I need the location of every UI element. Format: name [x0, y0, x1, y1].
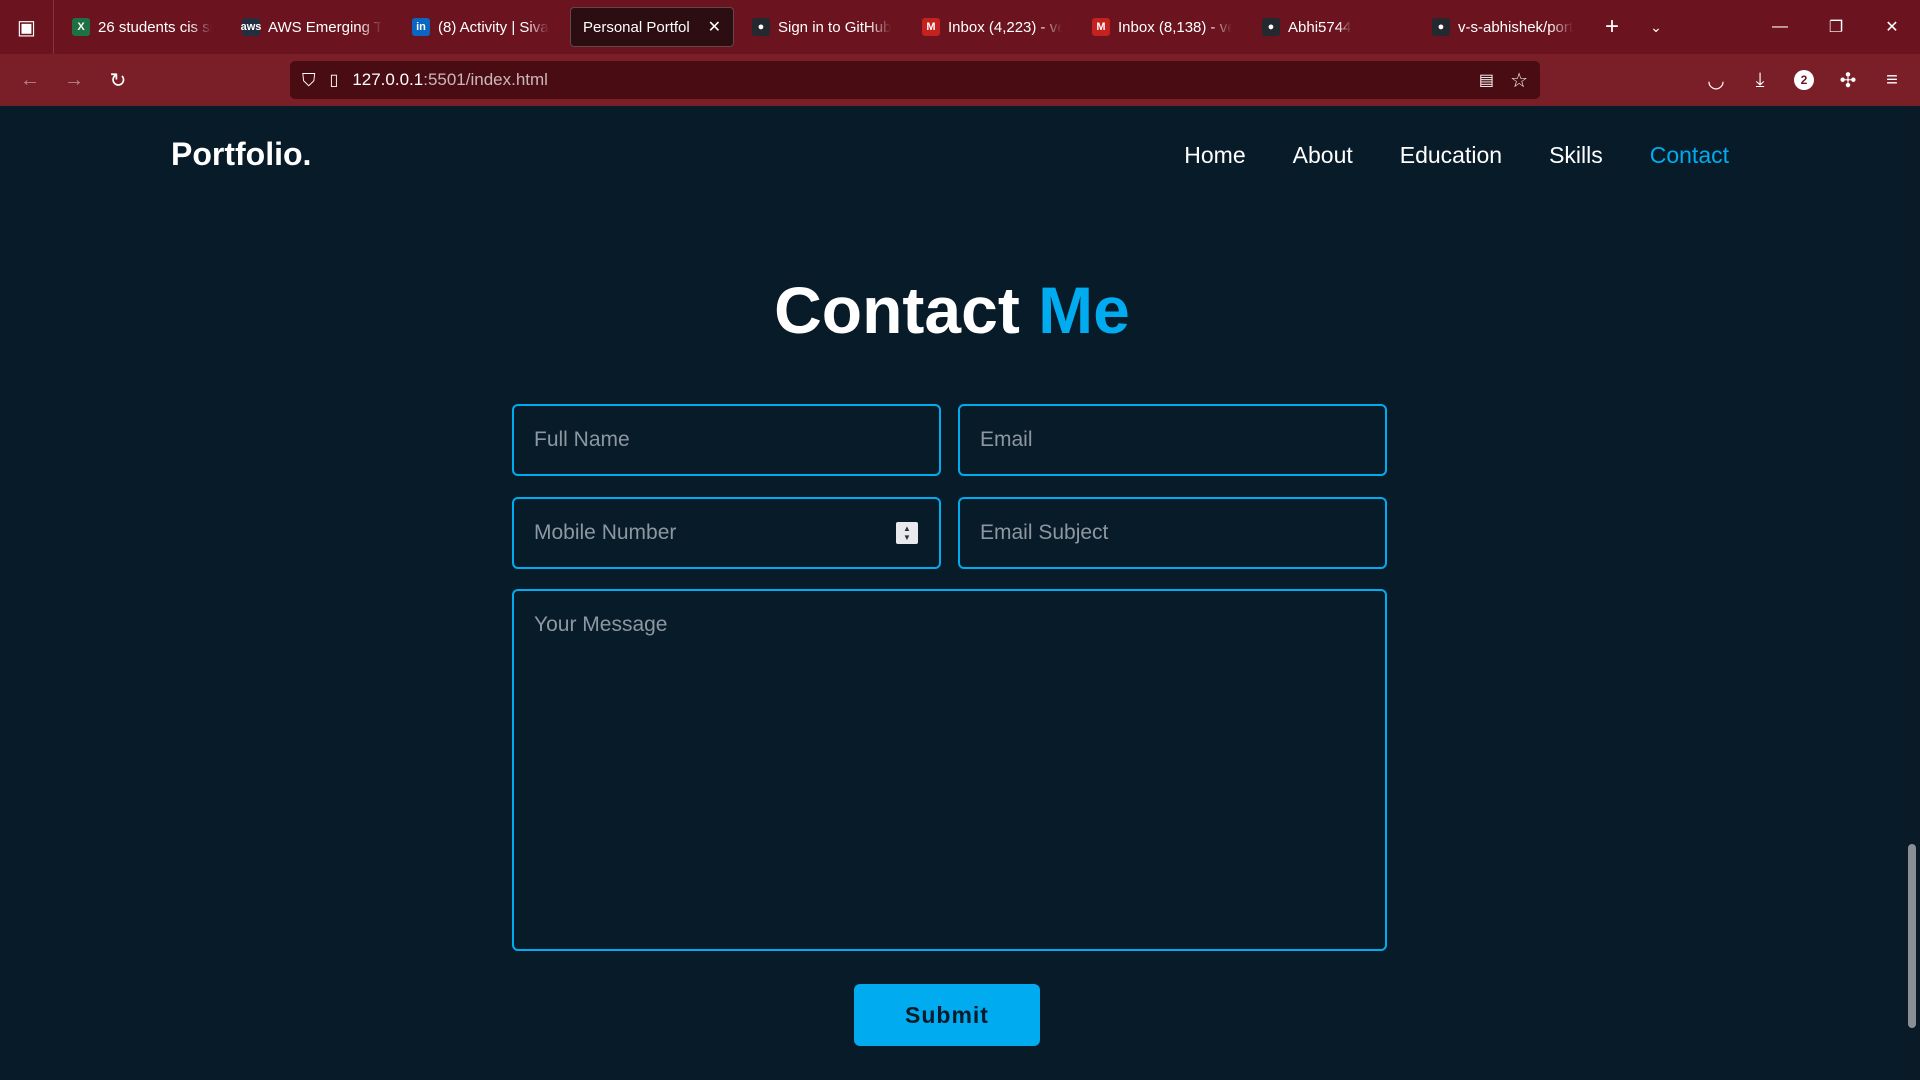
pocket-icon[interactable]: ◡: [1694, 58, 1738, 102]
bookmark-star-icon[interactable]: ☆: [1510, 68, 1528, 93]
new-tab-icon[interactable]: +: [1590, 0, 1634, 54]
heading-accent: Me: [1038, 273, 1130, 347]
message-textarea[interactable]: [512, 589, 1387, 951]
tab-overview-icon[interactable]: ▣: [0, 0, 54, 54]
browser-tab[interactable]: ● Abhi5744: [1250, 7, 1414, 47]
browser-tab[interactable]: M Inbox (8,138) - ve: [1080, 7, 1244, 47]
menu-icon[interactable]: ≡: [1870, 58, 1914, 102]
tab-list-chevron-icon[interactable]: ⌄: [1634, 0, 1678, 54]
site-logo[interactable]: Portfolio.: [171, 136, 311, 173]
browser-tab[interactable]: ● v-s-abhishek/port: [1420, 7, 1590, 47]
nav-contact[interactable]: Contact: [1650, 142, 1729, 169]
browser-tab-title: (8) Activity | Siva: [438, 18, 549, 36]
number-spinner-icon[interactable]: ▲ ▼: [896, 522, 918, 544]
forward-icon[interactable]: →: [52, 58, 96, 102]
browser-toolbar: ← → ↻ ⛉ ▯ 127.0.0.1:5501/index.html ▤ ☆ …: [0, 54, 1920, 106]
browser-tab-bar: ▣ X 26 students cis siv aws AWS Emerging Te…: [0, 0, 1920, 54]
email-input[interactable]: [958, 404, 1387, 476]
aws-icon: aws: [241, 18, 261, 36]
browser-tab-title: v-s-abhishek/port: [1458, 18, 1574, 36]
contact-heading: Contact Me: [0, 272, 1904, 348]
downloads-icon[interactable]: ⤓: [1738, 58, 1782, 102]
browser-tab-title: Abhi5744: [1288, 18, 1352, 36]
reader-view-icon[interactable]: ▤: [1479, 70, 1494, 90]
tab-strip: X 26 students cis siv aws AWS Emerging Te in…: [54, 7, 1590, 47]
github-icon: ●: [1262, 18, 1280, 36]
browser-tab[interactable]: aws AWS Emerging Te: [230, 7, 394, 47]
extensions-icon[interactable]: ✣: [1826, 58, 1870, 102]
browser-tab-title: Personal Portfolio: [583, 18, 690, 36]
nav-home[interactable]: Home: [1184, 142, 1245, 169]
close-window-icon[interactable]: ✕: [1864, 0, 1920, 54]
submit-button[interactable]: Submit: [854, 984, 1040, 1046]
site-header: Portfolio. Home About Education Skills C…: [0, 106, 1904, 206]
heading-main: Contact: [774, 273, 1020, 347]
browser-tab[interactable]: M Inbox (4,223) - ve: [910, 7, 1074, 47]
scrollbar-thumb[interactable]: [1908, 844, 1916, 1028]
page-info-icon[interactable]: ▯: [330, 70, 339, 90]
reload-icon[interactable]: ↻: [96, 58, 140, 102]
web-page: Portfolio. Home About Education Skills C…: [0, 106, 1904, 1080]
mobile-number-input[interactable]: [512, 497, 941, 569]
full-name-input[interactable]: [512, 404, 941, 476]
browser-tab[interactable]: Personal Portfolio ✕: [570, 7, 734, 47]
github-icon: ●: [1432, 18, 1450, 36]
email-subject-input[interactable]: [958, 497, 1387, 569]
shield-icon[interactable]: ⛉: [302, 70, 316, 91]
browser-tab-title: AWS Emerging Te: [268, 18, 382, 36]
restore-icon[interactable]: ❐: [1808, 0, 1864, 54]
site-nav: Home About Education Skills Contact: [1184, 142, 1729, 169]
browser-tab[interactable]: X 26 students cis siv: [60, 7, 224, 47]
url-path: :5501/index.html: [423, 70, 548, 89]
gmail-icon: M: [1092, 18, 1110, 36]
url-host: 127.0.0.1: [352, 70, 424, 89]
address-bar[interactable]: ⛉ ▯ 127.0.0.1:5501/index.html ▤ ☆: [290, 61, 1540, 99]
browser-tab[interactable]: ● Sign in to GitHub: [740, 7, 904, 47]
nav-skills[interactable]: Skills: [1549, 142, 1603, 169]
github-icon: ●: [752, 18, 770, 36]
browser-tab[interactable]: in (8) Activity | Siva: [400, 7, 564, 47]
browser-tab-title: 26 students cis siv: [98, 18, 212, 36]
nav-education[interactable]: Education: [1400, 142, 1502, 169]
account-badge[interactable]: 2: [1782, 58, 1826, 102]
minimize-icon[interactable]: —: [1752, 0, 1808, 54]
browser-tab-title: Inbox (4,223) - ve: [948, 18, 1062, 36]
browser-tab-title: Sign in to GitHub: [778, 18, 892, 36]
gmail-icon: M: [922, 18, 940, 36]
excel-icon: X: [72, 18, 90, 36]
browser-tab-title: Inbox (8,138) - ve: [1118, 18, 1232, 36]
nav-about[interactable]: About: [1293, 142, 1353, 169]
linkedin-icon: in: [412, 18, 430, 36]
close-tab-icon[interactable]: ✕: [708, 17, 721, 37]
page-scrollbar[interactable]: [1904, 106, 1920, 1080]
back-icon[interactable]: ←: [8, 58, 52, 102]
